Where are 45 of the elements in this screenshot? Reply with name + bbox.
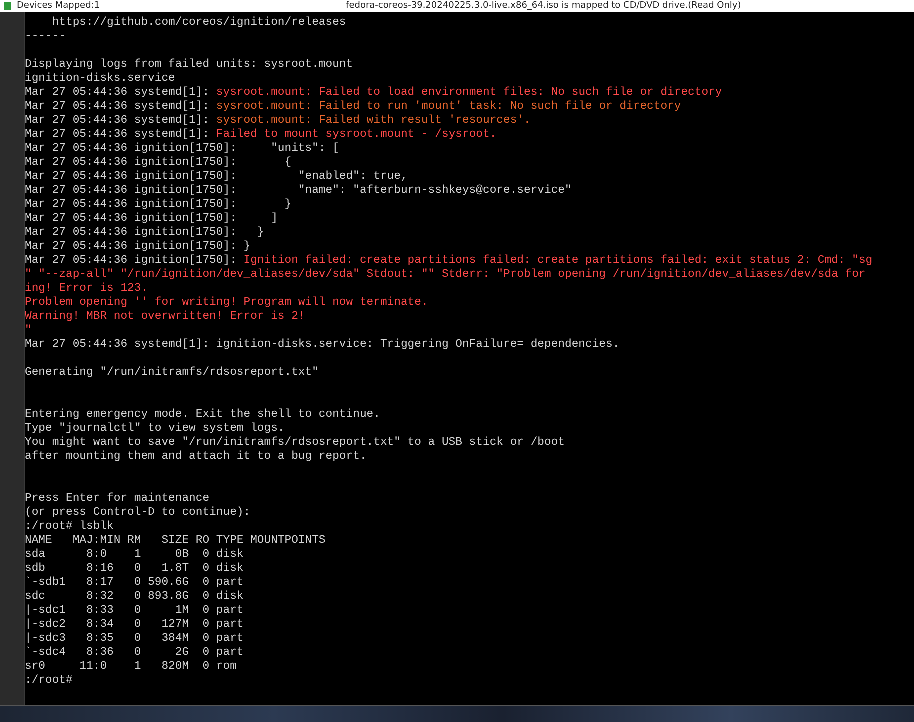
terminal-line: Mar 27 05:44:36 systemd[1]: ignition-disks.service: Triggering OnFailure= dependencies. [25, 338, 621, 352]
terminal-line: ------ [25, 30, 68, 44]
device-icon [4, 2, 11, 10]
terminal-line: Mar 27 05:44:36 ignition[1750]: "units": [ [25, 142, 340, 156]
terminal-line: sda 8:0 1 0B 0 disk [25, 548, 245, 562]
terminal-line: NAME MAJ:MIN RM SIZE RO TYPE MOUNTPOINTS [25, 534, 327, 548]
terminal-line: Mar 27 05:44:36 systemd[1]: Failed to mount sysroot.mount - /sysroot. [25, 128, 498, 142]
terminal-line: Mar 27 05:44:36 ignition[1750]: { [25, 156, 293, 170]
terminal-line: after mounting them and attach it to a bug report. [25, 450, 368, 464]
terminal-line: Mar 27 05:44:36 ignition[1750]: } [25, 198, 293, 212]
media-notice: fedora-coreos-39.20240225.3.0-live.x86_64.iso is mapped to CD/DVD drive.(Read Only) [346, 0, 742, 12]
terminal-line: Type "journalctl" to view system logs. [25, 422, 286, 436]
terminal-line: Generating "/run/initramfs/rdsosreport.txt" [25, 366, 320, 380]
terminal-line: Mar 27 05:44:36 ignition[1750]: "enabled": true, [25, 170, 409, 184]
terminal-line: sr0 11:0 1 820M 0 rom [25, 660, 238, 674]
terminal-line: Mar 27 05:44:36 systemd[1]: sysroot.mount: Failed to load environment files: No such file or directory [25, 86, 724, 100]
terminal-line: (or press Control-D to continue): [25, 506, 252, 520]
terminal-line: Mar 27 05:44:36 systemd[1]: sysroot.mount: Failed with result 'resources'. [25, 114, 532, 128]
terminal-line: :/root# lsblk [25, 520, 115, 534]
terminal-line: You might want to save "/run/initramfs/rdsosreport.txt" to a USB stick or /boot [25, 436, 566, 450]
terminal-line: :/root# [25, 674, 74, 688]
devices-mapped-label: Devices Mapped:1 [17, 0, 100, 12]
terminal-line: Displaying logs from failed units: sysroot.mount [25, 58, 354, 72]
terminal-line: " "--zap-all" "/run/ignition/dev_aliases/dev/sda" Stdout: "" Stderr: "Problem opening /run/ignition/dev_aliases/dev/sda for [25, 268, 867, 282]
terminal-line: https://github.com/coreos/ignition/releases [51, 16, 348, 30]
terminal-line: ignition-disks.service [25, 72, 176, 86]
terminal-line: |-sdc3 8:35 0 384M 0 part [25, 632, 245, 646]
terminal-line: Mar 27 05:44:36 ignition[1750]: Ignition failed: create partitions failed: create partitions failed: exit status 2: Cmd: "sg [25, 254, 874, 268]
terminal-line: sdb 8:16 0 1.8T 0 disk [25, 562, 245, 576]
terminal-line: Press Enter for maintenance [25, 492, 211, 506]
terminal-line: ing! Error is 123. [25, 282, 150, 296]
terminal-line: Mar 27 05:44:36 ignition[1750]: ] [25, 212, 279, 226]
terminal-line: Mar 27 05:44:36 ignition[1750]: "name": "afterburn-sshkeys@core.service" [25, 184, 573, 198]
terminal-line: Mar 27 05:44:36 ignition[1750]: } [25, 226, 266, 240]
terminal-line: |-sdc1 8:33 0 1M 0 part [25, 604, 245, 618]
terminal-line: sdc 8:32 0 893.8G 0 disk [25, 590, 245, 604]
terminal-line: Mar 27 05:44:36 systemd[1]: sysroot.mount: Failed to run 'mount' task: No such file or directory [25, 100, 682, 114]
terminal-line: Entering emergency mode. Exit the shell to continue. [25, 408, 382, 422]
terminal-line: Warning! MBR not overwritten! Error is 2! [25, 310, 306, 324]
terminal-line: `-sdb1 8:17 0 590.6G 0 part [25, 576, 245, 590]
terminal-line: Problem opening '' for writing! Program will now terminate. [25, 296, 430, 310]
terminal-line: |-sdc2 8:34 0 127M 0 part [25, 618, 245, 632]
terminal-line: " [25, 324, 33, 338]
terminal-line: Mar 27 05:44:36 ignition[1750]: } [25, 240, 252, 254]
terminal-line: `-sdc4 8:36 0 2G 0 part [25, 646, 245, 660]
